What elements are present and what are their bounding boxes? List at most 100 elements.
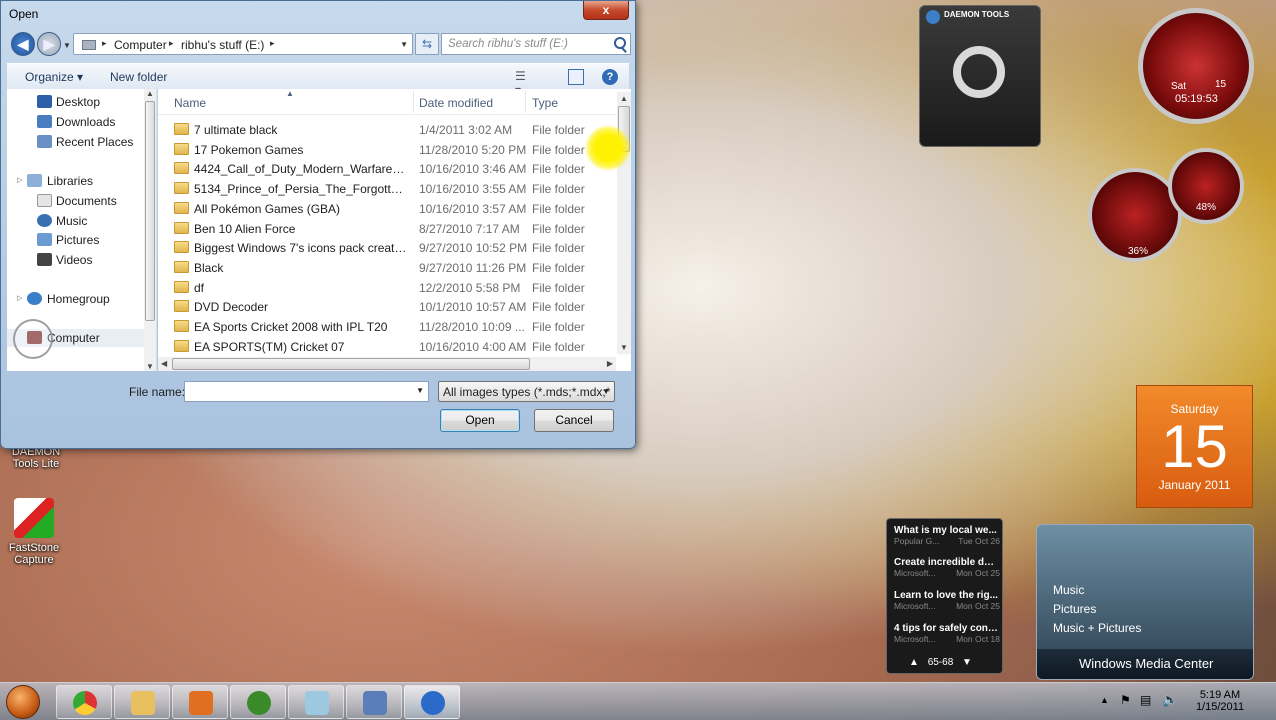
file-row[interactable]: EA SPORTS(TM) Cricket 07 10/16/2010 4:00 … (166, 337, 616, 357)
scrollbar-thumb[interactable] (172, 358, 530, 370)
show-hidden-icons-icon[interactable]: ▲ (1100, 695, 1109, 705)
nav-item-videos[interactable]: Videos (7, 251, 145, 269)
chevron-up-icon[interactable]: ▲ (909, 657, 919, 668)
nav-item-documents[interactable]: Documents (7, 192, 145, 210)
nav-item-desktop[interactable]: Desktop (7, 93, 145, 111)
news-pager[interactable]: ▲ 65-68 ▼ (909, 657, 972, 668)
calendar-gadget[interactable]: Saturday 15 January 2011 (1136, 385, 1253, 508)
media-link-music-pictures[interactable]: Music + Pictures (1053, 621, 1141, 635)
preview-pane-icon[interactable] (568, 69, 584, 85)
file-date: 9/27/2010 10:52 PM (419, 241, 528, 256)
chevron-down-icon[interactable]: ▼ (962, 657, 972, 668)
organize-button[interactable]: Organize ▾ (25, 70, 83, 84)
folder-icon (174, 221, 189, 234)
back-button[interactable]: ◀ (11, 32, 35, 56)
file-row[interactable]: All Pokémon Games (GBA) 10/16/2010 3:57 A… (166, 199, 616, 219)
view-options-icon[interactable]: ☰ ▾ (515, 69, 531, 97)
desktop-icon-faststone-capture[interactable]: FastStone Capture (2, 498, 66, 566)
taskbar-chrome[interactable] (56, 685, 112, 719)
chevron-down-icon[interactable]: ▼ (416, 386, 424, 395)
taskbar-explorer[interactable] (114, 685, 170, 719)
network-icon[interactable]: ▤ (1140, 693, 1151, 707)
file-type: File folder (532, 339, 585, 354)
column-name[interactable]: Name (174, 96, 206, 110)
file-date: 8/27/2010 7:17 AM (419, 221, 520, 236)
nav-item-libraries[interactable]: ▷ Libraries (7, 172, 145, 190)
file-date: 10/16/2010 3:55 AM (419, 182, 527, 197)
file-row[interactable]: Biggest Windows 7's icons pack created .… (166, 238, 616, 258)
desktop-icon-label: DAEMON Tools Lite (11, 446, 61, 470)
file-type: File folder (532, 280, 585, 295)
start-button[interactable] (6, 685, 40, 719)
search-icon[interactable] (614, 37, 626, 49)
file-name-input[interactable]: ▼ (184, 381, 429, 402)
help-icon[interactable]: ? (602, 69, 618, 85)
file-name: 4424_Call_of_Duty_Modern_Warfare_Mo... (194, 162, 408, 177)
file-row[interactable]: df 12/2/2010 5:58 PM File folder (166, 278, 616, 298)
nav-item-pictures[interactable]: Pictures (7, 231, 145, 249)
file-type-filter[interactable]: All images types (*.mds;*.mdx;* ▼ (438, 381, 615, 402)
nav-pane-scrollbar[interactable]: ▲ ▼ (144, 89, 156, 371)
command-toolbar: Organize ▾ New folder ☰ ▾ ? (7, 63, 629, 97)
cancel-button[interactable]: Cancel (534, 409, 614, 432)
file-row[interactable]: 7 ultimate black 1/4/2011 3:02 AM File fol… (166, 120, 616, 140)
news-item[interactable]: Learn to love the rig... Microsoft... Mon… (894, 590, 1000, 611)
file-row[interactable]: Black 9/27/2010 11:26 PM File folder (166, 258, 616, 278)
title-bar[interactable]: Open x (1, 1, 635, 29)
recent-pages-dropdown[interactable]: ▼ (63, 41, 71, 50)
windows-media-center-label[interactable]: Windows Media Center (1037, 649, 1253, 679)
media-center-gadget[interactable]: Music Pictures Music + Pictures Windows … (1036, 524, 1254, 680)
libraries-icon (27, 174, 42, 187)
file-row[interactable]: 17 Pokemon Games 11/28/2010 5:20 PM File f… (166, 140, 616, 160)
new-folder-button[interactable]: New folder (110, 70, 167, 84)
desktop-icon-daemon-tools[interactable]: DAEMON Tools Lite (4, 446, 68, 470)
tray-date: 1/15/2011 (1195, 701, 1245, 713)
taskbar-utorrent[interactable] (230, 685, 286, 719)
expand-arrow-icon[interactable]: ▷ (17, 294, 22, 302)
address-dropdown[interactable]: ▼ (400, 40, 408, 49)
address-bar[interactable]: ▸ Computer ▸ ribhu's stuff (E:) ▸ ▼ (73, 33, 413, 55)
column-date-modified[interactable]: Date modified (419, 96, 493, 110)
expand-arrow-icon[interactable]: ▷ (17, 176, 22, 184)
media-link-pictures[interactable]: Pictures (1053, 602, 1096, 616)
folder-icon (174, 182, 189, 195)
nav-item-recent-places[interactable]: Recent Places (7, 133, 145, 151)
forward-button[interactable]: ▶ (37, 32, 61, 56)
nav-item-music[interactable]: Music (7, 212, 145, 230)
volume-icon[interactable]: 🔈 (1162, 692, 1178, 708)
search-input[interactable]: Search ribhu's stuff (E:) (441, 33, 631, 55)
nav-item-homegroup[interactable]: ▷ Homegroup (7, 290, 145, 308)
action-center-icon[interactable]: ⚑ (1120, 693, 1131, 707)
close-button[interactable]: x (583, 1, 629, 20)
faststone-icon (14, 498, 54, 538)
taskbar-daemon-tools[interactable] (404, 685, 460, 719)
refresh-button[interactable]: ⇆ (415, 33, 439, 55)
news-item[interactable]: Create incredible doc... Microsoft... Mon… (894, 557, 1000, 578)
daemon-disc-icon[interactable] (953, 46, 1005, 98)
column-type[interactable]: Type (532, 96, 558, 110)
open-button[interactable]: Open (440, 409, 520, 432)
file-row[interactable]: 4424_Call_of_Duty_Modern_Warfare_Mo... 10… (166, 159, 616, 179)
file-name: Biggest Windows 7's icons pack created .… (194, 241, 408, 256)
taskbar-notepad[interactable] (288, 685, 344, 719)
horizontal-scrollbar[interactable]: ◀ ▶ (158, 357, 616, 371)
utorrent-icon (247, 691, 271, 715)
file-name: df (194, 280, 205, 295)
taskbar-network-app[interactable] (346, 685, 402, 719)
breadcrumb-computer[interactable]: Computer (114, 38, 167, 52)
clock[interactable]: 5:19 AM 1/15/2011 (1190, 689, 1250, 713)
taskbar-media-player[interactable] (172, 685, 228, 719)
news-item[interactable]: 4 tips for safely cond... Microsoft... Mo… (894, 623, 1000, 644)
file-row[interactable]: Ben 10 Alien Force 8/27/2010 7:17 AM File … (166, 219, 616, 239)
file-row[interactable]: EA Sports Cricket 2008 with IPL T20 11/28… (166, 317, 616, 337)
daemon-tools-gadget[interactable]: DAEMON TOOLS (919, 5, 1041, 147)
scrollbar-thumb[interactable] (145, 101, 155, 321)
media-link-music[interactable]: Music (1053, 583, 1084, 597)
breadcrumb-drive[interactable]: ribhu's stuff (E:) (181, 38, 264, 52)
file-date: 10/1/2010 10:57 AM (419, 300, 527, 315)
file-row[interactable]: 5134_Prince_of_Persia_The_Forgotten_Sa..… (166, 179, 616, 199)
music-icon (37, 214, 52, 227)
nav-item-downloads[interactable]: Downloads (7, 113, 145, 131)
news-item[interactable]: What is my local we... Popular G... Tue O… (894, 525, 1000, 546)
file-row[interactable]: DVD Decoder 10/1/2010 10:57 AM File folder (166, 297, 616, 317)
